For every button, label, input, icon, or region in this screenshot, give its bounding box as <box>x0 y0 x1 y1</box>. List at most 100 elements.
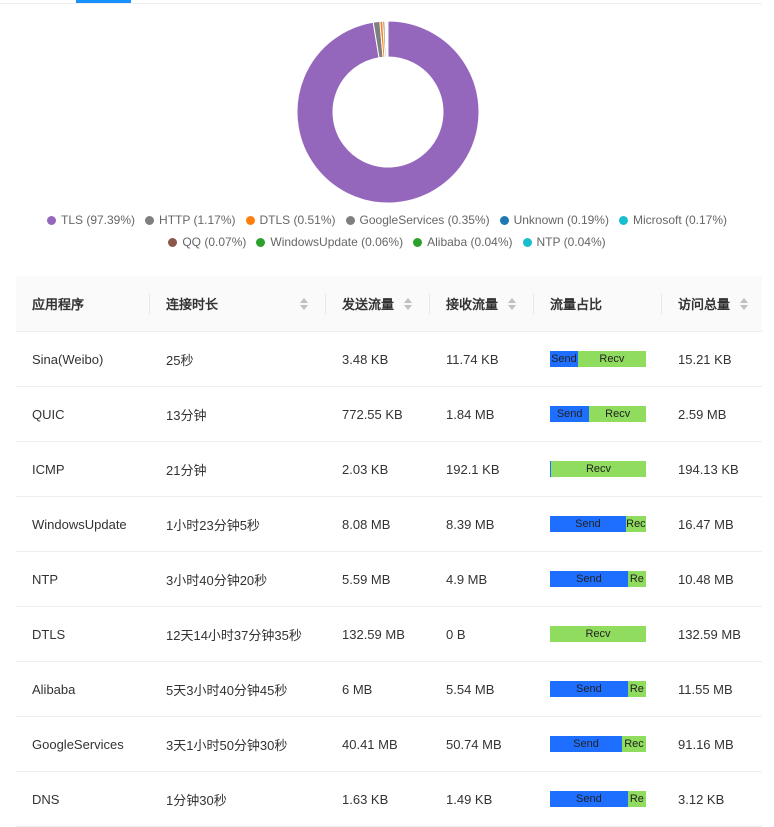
recv-segment: Recv <box>550 626 646 642</box>
cell-ratio: SendRe <box>534 571 662 587</box>
cell-app: NTP <box>16 572 150 587</box>
legend-label: NTP (0.04%) <box>537 235 606 249</box>
sort-recv-icon[interactable] <box>508 298 516 310</box>
table-row[interactable]: ICMP21分钟2.03 KB192.1 KBRecv194.13 KB <box>16 442 762 497</box>
protocol-donut-chart <box>292 16 484 208</box>
cell-total: 10.48 MB <box>662 572 762 587</box>
legend-marker-icon <box>500 216 509 225</box>
cell-app: WindowsUpdate <box>16 517 150 532</box>
legend-item-ntp[interactable]: NTP (0.04%) <box>523 235 606 249</box>
cell-app: DTLS <box>16 627 150 642</box>
cell-recv: 0 B <box>430 627 534 642</box>
cell-recv: 8.39 MB <box>430 517 534 532</box>
cell-recv: 5.54 MB <box>430 682 534 697</box>
cell-ratio: Recv <box>534 626 662 642</box>
header-app-label: 应用程序 <box>32 294 84 313</box>
cell-total: 194.13 KB <box>662 462 762 477</box>
legend-label: WindowsUpdate (0.06%) <box>270 235 403 249</box>
cell-duration: 13分钟 <box>150 405 326 424</box>
cell-sent: 8.08 MB <box>326 517 430 532</box>
recv-segment: Rec <box>622 736 646 752</box>
table-row[interactable]: QUIC13分钟772.55 KB1.84 MBSendRecv2.59 MB <box>16 387 762 442</box>
send-segment: Send <box>550 791 628 807</box>
header-ratio: 流量占比 <box>534 276 662 331</box>
traffic-ratio-bar: Recv <box>550 626 646 642</box>
header-total[interactable]: 访问总量 <box>662 276 762 331</box>
traffic-ratio-bar: SendRecv <box>550 351 646 367</box>
header-duration-label: 连接时长 <box>166 294 218 313</box>
cell-ratio: SendRe <box>534 791 662 807</box>
sort-total-icon[interactable] <box>740 298 748 310</box>
cell-duration: 12天14小时37分钟35秒 <box>150 625 326 644</box>
legend-item-microsoft[interactable]: Microsoft (0.17%) <box>619 213 727 227</box>
cell-recv: 4.9 MB <box>430 572 534 587</box>
header-ratio-label: 流量占比 <box>550 294 602 313</box>
traffic-ratio-bar: SendRec <box>550 516 646 532</box>
table-row[interactable]: Sina(Weibo)25秒3.48 KB11.74 KBSendRecv15.… <box>16 332 762 387</box>
table-header: 应用程序 连接时长 发送流量 接收流量 流量占比 访问总量 <box>16 276 762 332</box>
cell-total: 91.16 MB <box>662 737 762 752</box>
cell-ratio: SendRec <box>534 516 662 532</box>
cell-sent: 132.59 MB <box>326 627 430 642</box>
traffic-ratio-bar: Recv <box>550 461 646 477</box>
cell-recv: 1.49 KB <box>430 792 534 807</box>
legend-item-googleservices[interactable]: GoogleServices (0.35%) <box>346 213 490 227</box>
legend-item-unknown[interactable]: Unknown (0.19%) <box>500 213 609 227</box>
header-duration[interactable]: 连接时长 <box>150 276 326 331</box>
legend-label: DTLS (0.51%) <box>260 213 336 227</box>
legend-marker-icon <box>523 238 532 247</box>
sort-sent-icon[interactable] <box>404 298 412 310</box>
legend-item-http[interactable]: HTTP (1.17%) <box>145 213 235 227</box>
send-segment: Send <box>550 516 626 532</box>
cell-app: QUIC <box>16 407 150 422</box>
legend-marker-icon <box>145 216 154 225</box>
active-tab-indicator <box>76 0 131 3</box>
legend-item-windowsupdate[interactable]: WindowsUpdate (0.06%) <box>256 235 403 249</box>
cell-ratio: SendRec <box>534 736 662 752</box>
cell-total: 16.47 MB <box>662 517 762 532</box>
legend-marker-icon <box>413 238 422 247</box>
cell-total: 3.12 KB <box>662 792 762 807</box>
legend-marker-icon <box>256 238 265 247</box>
cell-duration: 5天3小时40分钟45秒 <box>150 680 326 699</box>
send-segment: Send <box>550 736 622 752</box>
table-row[interactable]: DNS1分钟30秒1.63 KB1.49 KBSendRe3.12 KB <box>16 772 762 827</box>
legend-item-qq[interactable]: QQ (0.07%) <box>168 235 246 249</box>
recv-segment: Re <box>628 571 646 587</box>
legend-marker-icon <box>619 216 628 225</box>
legend-item-dtls[interactable]: DTLS (0.51%) <box>246 213 336 227</box>
chart-legend-row-2: QQ (0.07%) WindowsUpdate (0.06%) Alibaba (… <box>0 235 774 249</box>
table-row[interactable]: NTP3小时40分钟20秒5.59 MB4.9 MBSendRe10.48 MB <box>16 552 762 607</box>
recv-segment: Recv <box>551 461 646 477</box>
legend-item-tls[interactable]: TLS (97.39%) <box>47 213 135 227</box>
legend-label: TLS (97.39%) <box>61 213 135 227</box>
cell-recv: 192.1 KB <box>430 462 534 477</box>
cell-recv: 11.74 KB <box>430 352 534 367</box>
cell-sent: 6 MB <box>326 682 430 697</box>
header-recv-label: 接收流量 <box>446 294 498 313</box>
header-sent-label: 发送流量 <box>342 294 394 313</box>
header-recv[interactable]: 接收流量 <box>430 276 534 331</box>
recv-segment: Recv <box>589 406 646 422</box>
table-row[interactable]: WindowsUpdate1小时23分钟5秒8.08 MB8.39 MBSend… <box>16 497 762 552</box>
sort-duration-icon[interactable] <box>300 298 308 310</box>
legend-item-alibaba[interactable]: Alibaba (0.04%) <box>413 235 512 249</box>
cell-app: Alibaba <box>16 682 150 697</box>
cell-duration: 1分钟30秒 <box>150 790 326 809</box>
send-segment: Send <box>550 681 628 697</box>
table-body: Sina(Weibo)25秒3.48 KB11.74 KBSendRecv15.… <box>16 332 762 827</box>
cell-sent: 2.03 KB <box>326 462 430 477</box>
table-row[interactable]: DTLS12天14小时37分钟35秒132.59 MB0 BRecv132.59… <box>16 607 762 662</box>
header-app: 应用程序 <box>16 276 150 331</box>
cell-duration: 25秒 <box>150 350 326 369</box>
cell-sent: 772.55 KB <box>326 407 430 422</box>
cell-ratio: SendRecv <box>534 406 662 422</box>
traffic-table: 应用程序 连接时长 发送流量 接收流量 流量占比 访问总量 Sina(Weibo… <box>16 276 762 827</box>
header-sent[interactable]: 发送流量 <box>326 276 430 331</box>
send-segment: Send <box>550 571 628 587</box>
cell-duration: 21分钟 <box>150 460 326 479</box>
traffic-ratio-bar: SendRe <box>550 791 646 807</box>
table-row[interactable]: GoogleServices3天1小时50分钟30秒40.41 MB50.74 … <box>16 717 762 772</box>
legend-marker-icon <box>168 238 177 247</box>
table-row[interactable]: Alibaba5天3小时40分钟45秒6 MB5.54 MBSendRe11.5… <box>16 662 762 717</box>
